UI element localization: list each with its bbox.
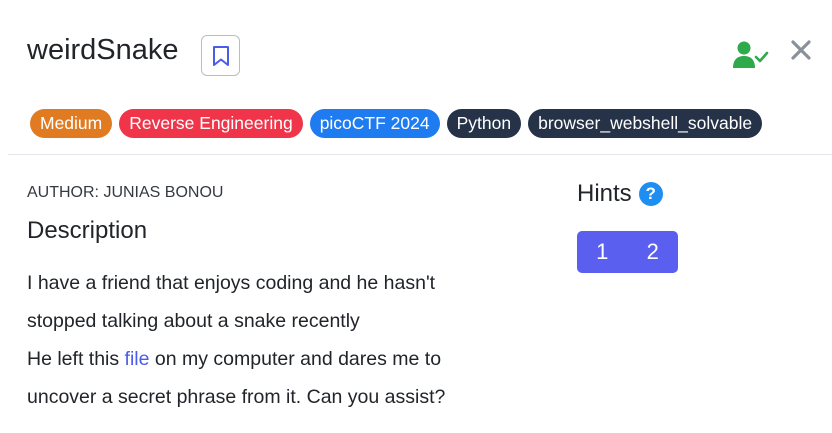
close-button[interactable] (789, 38, 813, 67)
challenge-title: weirdSnake (27, 34, 179, 66)
description-line-2-start: He left this (27, 348, 125, 370)
tag-category[interactable]: Reverse Engineering (119, 109, 303, 138)
hints-heading: Hints ? (577, 180, 663, 208)
solved-user-button[interactable] (733, 40, 769, 75)
hint-button-2[interactable]: 2 (628, 231, 679, 273)
hint-button-1[interactable]: 1 (577, 231, 628, 273)
tag-event[interactable]: picoCTF 2024 (309, 109, 440, 138)
tag-list: Medium Reverse Engineering picoCTF 2024 … (30, 109, 763, 138)
author-label: AUTHOR: JUNIAS BONOU (27, 184, 224, 201)
hints-label: Hints (577, 180, 632, 207)
hint-button-group: 1 2 (577, 231, 678, 273)
tag-difficulty[interactable]: Medium (30, 109, 113, 138)
description-text: I have a friend that enjoys coding and h… (27, 264, 507, 416)
description-heading: Description (27, 217, 148, 244)
user-check-icon (733, 41, 769, 68)
header-divider (8, 154, 832, 155)
tag-language[interactable]: Python (446, 109, 522, 138)
bookmark-icon (212, 45, 229, 66)
close-icon (791, 40, 811, 60)
tag-webshell[interactable]: browser_webshell_solvable (528, 109, 763, 138)
bookmark-button[interactable] (201, 35, 240, 76)
description-line-1: I have a friend that enjoys coding and h… (27, 272, 436, 332)
question-circle-icon[interactable]: ? (638, 182, 663, 206)
file-link[interactable]: file (125, 348, 150, 370)
